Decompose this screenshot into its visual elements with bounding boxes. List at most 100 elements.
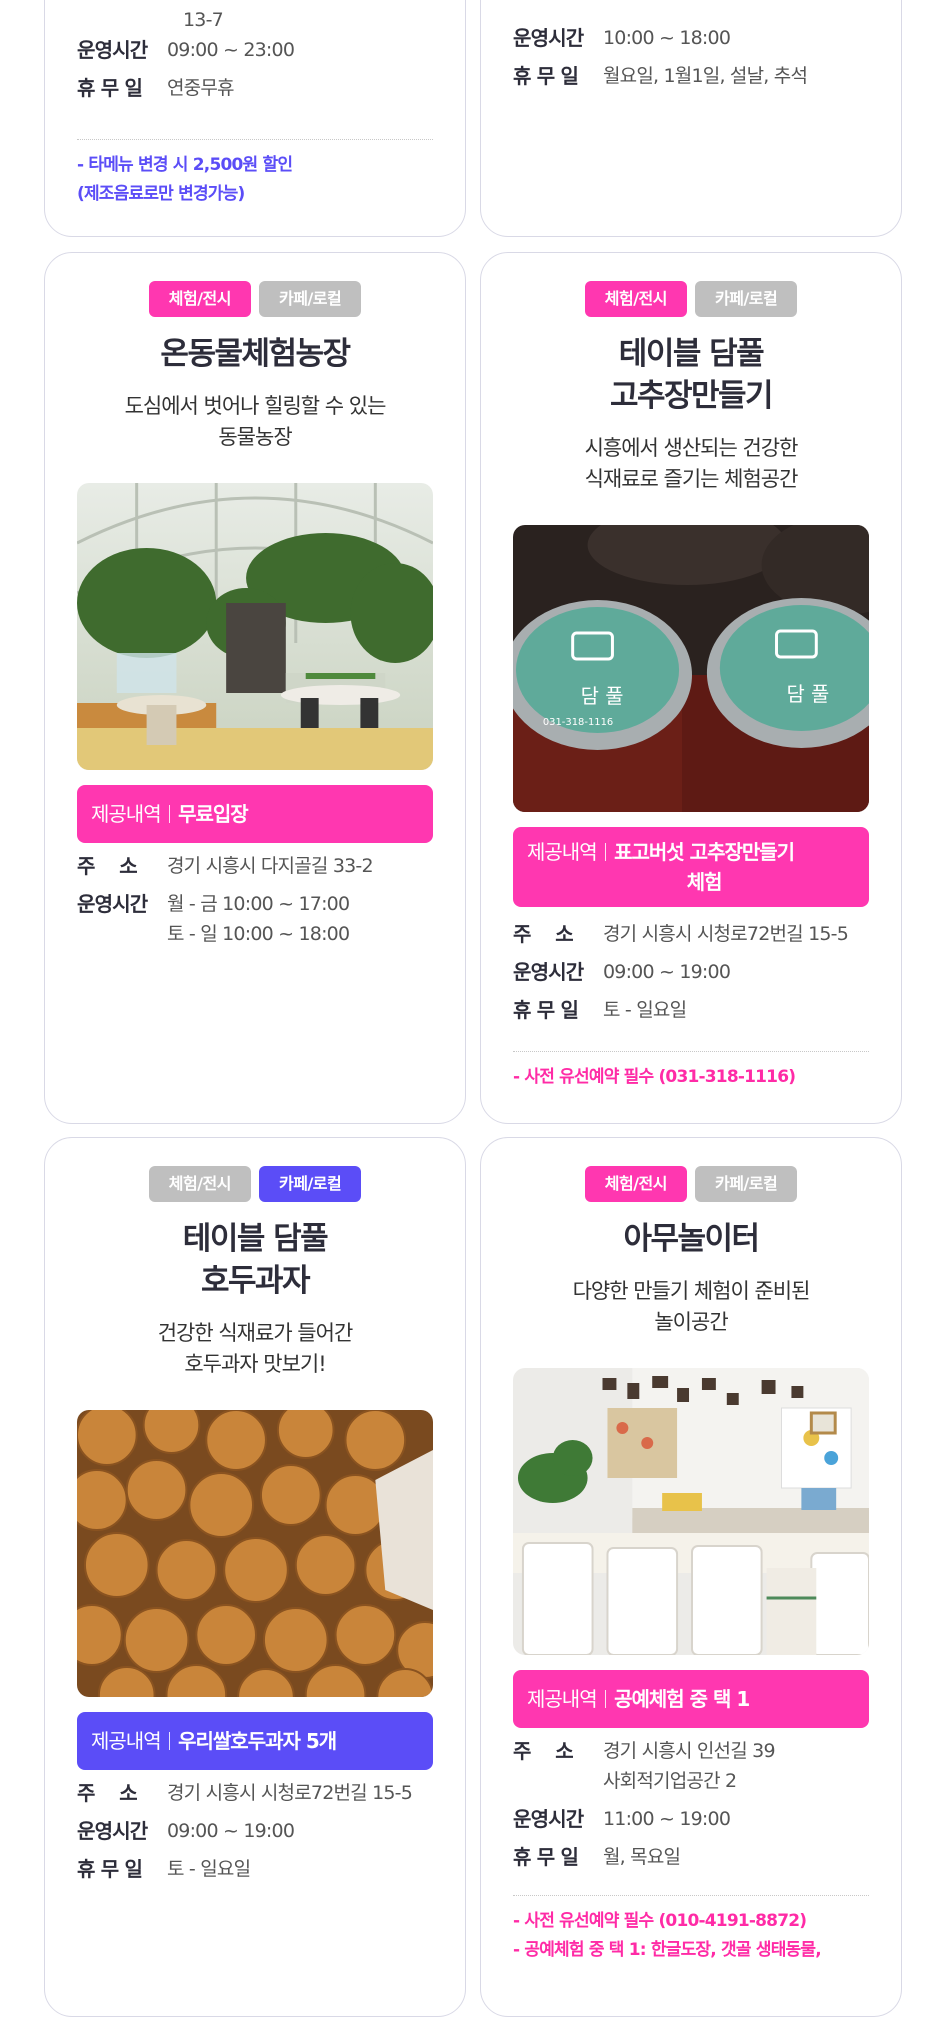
place-photo (77, 1410, 433, 1697)
hours-label: 운영시간 (77, 892, 148, 916)
hours-label: 운영시간 (513, 1807, 584, 1831)
address-value: 경기 시흥시 시청로72번길 15-5 (167, 1782, 413, 1804)
place-info: 주 13-7 운영시간 09:00 ~ 23:00 휴 무 일 연중무휴 (77, 5, 433, 111)
notice-text: - 사전 유선예약 필수 (010-4191-8872) - 공예체험 중 택 … (513, 1911, 822, 1960)
category-tag: 카페/로컬 (695, 1166, 798, 1202)
hours-value: 월 - 금 10:00 ~ 17:00 토 - 일 10:00 ~ 18:00 (167, 893, 350, 945)
place-subtitle: 도심에서 벗어나 힐링할 수 있는 동물농장 (124, 394, 387, 449)
hours-row: 운영시간 09:00 ~ 19:00 (77, 1816, 433, 1846)
closed-label: 휴 무 일 (513, 1845, 579, 1869)
closed-value: 토 - 일요일 (603, 999, 687, 1021)
closed-label: 휴 무 일 (77, 76, 143, 100)
jar-label: 담 풀 (786, 682, 829, 706)
place-card: 주 13-7 운영시간 09:00 ~ 23:00 휴 무 일 연중무휴 - 타… (44, 0, 466, 237)
place-card[interactable]: 체험/전시 카페/로컬 테이블 담풀 호두과자 건강한 식재료가 들어간 호두과… (44, 1137, 466, 2017)
category-tag: 체험/전시 (148, 1166, 251, 1202)
offer-separator (604, 843, 607, 861)
jar-label: 담 풀 (581, 684, 624, 708)
place-photo (77, 483, 433, 770)
closed-row: 휴 무 일 토 - 일요일 (513, 995, 869, 1025)
address-label: 주 소 (513, 1739, 574, 1763)
place-photo: 담 풀 담 풀 031-318-1116 (513, 525, 869, 812)
category-tag: 체험/전시 (148, 281, 251, 317)
place-title: 테이블 담풀 호두과자 (182, 1221, 329, 1299)
hours-row: 운영시간 09:00 ~ 19:00 (513, 957, 869, 987)
closed-label: 휴 무 일 (513, 998, 579, 1022)
place-subtitle: 건강한 식재료가 들어간 호두과자 맛보기! (157, 1321, 354, 1376)
closed-value: 연중무휴 (167, 77, 235, 99)
hours-value: 10:00 ~ 18:00 (603, 27, 731, 49)
place-card[interactable]: 체험/전시 카페/로컬 온동물체험농장 도심에서 벗어나 힐링할 수 있는 동물… (44, 252, 466, 1124)
place-info: 주 소 경기 시흥시 인선길 39 사회적기업공간 2 운영시간 11:00 ~… (513, 1736, 869, 1880)
address-row: 주 소 경기 시흥시 인선길 39 사회적기업공간 2 (513, 1736, 869, 1796)
address-row: 주 소 경기 시흥시 시청로72번길 15-5 (513, 919, 869, 949)
closed-value: 월요일, 1월1일, 설날, 추석 (603, 65, 808, 87)
notice-text: - 타메뉴 변경 시 2,500원 할인 (제조음료로만 변경가능) (77, 155, 293, 204)
jar-phone: 031-318-1116 (543, 717, 613, 728)
address-value: 13-7 (183, 9, 224, 31)
offer-box: 제공내역 우리쌀호두과자 5개 (77, 1712, 433, 1770)
offer-value: 공예체험 중 택 1 (614, 1687, 750, 1711)
hours-label: 운영시간 (77, 1819, 148, 1843)
hours-value: 09:00 ~ 23:00 (167, 39, 295, 61)
place-title: 온동물체험농장 (160, 336, 351, 372)
offer-box: 제공내역 공예체험 중 택 1 (513, 1670, 869, 1728)
place-info: 주 소 경기 시흥시 다지골길 33-2 운영시간 월 - 금 10:00 ~ … (77, 851, 433, 957)
place-card[interactable]: 체험/전시 카페/로컬 아무놀이터 다양한 만들기 체험이 준비된 놀이공간 제… (480, 1137, 902, 2017)
offer-separator (168, 1732, 171, 1750)
closed-row: 휴 무 일 연중무휴 (77, 73, 433, 103)
offer-label: 제공내역 (527, 840, 598, 864)
hours-row: 운영시간 11:00 ~ 19:00 (513, 1804, 869, 1834)
place-card[interactable]: 체험/전시 카페/로컬 테이블 담풀 고추장만들기 시흥에서 생산되는 건강한 … (480, 252, 902, 1124)
offer-box: 제공내역 표고버섯 고추장만들기 체험 (513, 827, 869, 907)
place-title: 테이블 담풀 고추장만들기 (609, 336, 774, 414)
place-title: 아무놀이터 (623, 1221, 760, 1257)
closed-label: 휴 무 일 (513, 64, 579, 88)
category-tag: 체험/전시 (584, 1166, 687, 1202)
category-tags: 체험/전시 카페/로컬 (45, 281, 465, 317)
divider (77, 139, 433, 140)
place-card: 운영시간 10:00 ~ 18:00 휴 무 일 월요일, 1월1일, 설날, … (480, 0, 902, 237)
hours-value: 11:00 ~ 19:00 (603, 1808, 731, 1830)
offer-label: 제공내역 (91, 802, 162, 826)
offer-value: 표고버섯 고추장만들기 체험 (614, 840, 795, 894)
address-row: 주 소 경기 시흥시 다지골길 33-2 (77, 851, 433, 881)
closed-value: 월, 목요일 (603, 1846, 681, 1868)
address-value: 경기 시흥시 다지골길 33-2 (167, 855, 374, 877)
hours-row: 운영시간 월 - 금 10:00 ~ 17:00 토 - 일 10:00 ~ 1… (77, 889, 433, 949)
hours-row: 운영시간 09:00 ~ 23:00 (77, 35, 433, 65)
address-label: 주 소 (513, 922, 574, 946)
offer-label: 제공내역 (527, 1687, 598, 1711)
category-tags: 체험/전시 카페/로컬 (481, 1166, 901, 1202)
place-photo (513, 1368, 869, 1655)
place-info: 운영시간 10:00 ~ 18:00 휴 무 일 월요일, 1월1일, 설날, … (513, 23, 869, 99)
hours-label: 운영시간 (513, 26, 584, 50)
address-label: 주 소 (77, 1781, 138, 1805)
category-tag: 카페/로컬 (695, 281, 798, 317)
category-tag: 카페/로컬 (259, 1166, 362, 1202)
hours-value: 09:00 ~ 19:00 (603, 961, 731, 983)
category-tags: 체험/전시 카페/로컬 (481, 281, 901, 317)
place-info: 주 소 경기 시흥시 시청로72번길 15-5 운영시간 09:00 ~ 19:… (513, 919, 869, 1033)
notice-text: - 사전 유선예약 필수 (031-318-1116) (513, 1067, 796, 1087)
divider (513, 1895, 869, 1896)
address-value: 경기 시흥시 인선길 39 사회적기업공간 2 (603, 1740, 776, 1792)
hours-row: 운영시간 10:00 ~ 18:00 (513, 23, 869, 53)
divider (513, 1051, 869, 1052)
closed-row: 휴 무 일 월, 목요일 (513, 1842, 869, 1872)
address-row-partial: 주 13-7 (77, 5, 433, 35)
address-value: 경기 시흥시 시청로72번길 15-5 (603, 923, 849, 945)
hours-value: 09:00 ~ 19:00 (167, 1820, 295, 1842)
offer-value: 무료입장 (178, 802, 249, 826)
address-label: 주 소 (77, 854, 138, 878)
category-tags: 체험/전시 카페/로컬 (45, 1166, 465, 1202)
place-info: 주 소 경기 시흥시 시청로72번길 15-5 운영시간 09:00 ~ 19:… (77, 1778, 433, 1892)
closed-row: 휴 무 일 월요일, 1월1일, 설날, 추석 (513, 61, 869, 91)
category-tag: 체험/전시 (584, 281, 687, 317)
address-row: 주 소 경기 시흥시 시청로72번길 15-5 (77, 1778, 433, 1808)
offer-label: 제공내역 (91, 1729, 162, 1753)
offer-value: 우리쌀호두과자 5개 (178, 1729, 337, 1753)
place-subtitle: 시흥에서 생산되는 건강한 식재료로 즐기는 체험공간 (584, 436, 799, 491)
hours-label: 운영시간 (77, 38, 148, 62)
closed-value: 토 - 일요일 (167, 1858, 251, 1880)
